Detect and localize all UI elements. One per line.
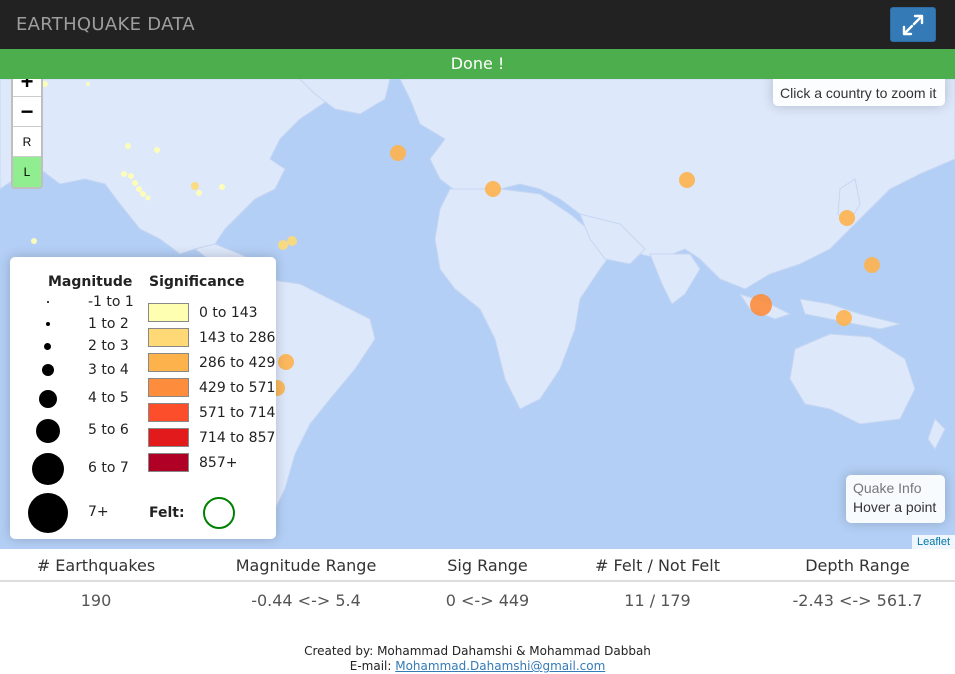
magnitude-dot [44,343,51,350]
footer-email-line: E-mail: Mohammad.Dahamshi@gmail.com [0,659,955,674]
magnitude-label: 3 to 4 [88,362,129,378]
map-legend: Magnitude Significance -1 to 1 1 to 2 2 … [10,257,276,539]
header-sig-range: Sig Range [447,556,528,575]
map-controls: + − R L [11,79,43,189]
significance-label: 429 to 571 [199,380,276,396]
leaflet-attribution-link[interactable]: Leaflet [911,535,955,549]
magnitude-dot [46,322,50,326]
footer-email-link[interactable]: Mohammad.Dahamshi@gmail.com [395,659,605,673]
significance-label: 286 to 429 [199,355,276,371]
significance-swatch [148,428,189,447]
layer-button[interactable]: L [13,157,41,187]
significance-swatch [148,453,189,472]
significance-label: 714 to 857 [199,430,276,446]
felt-label: Felt: [149,505,185,521]
navbar: EARTHQUAKE DATA [0,0,955,49]
quake-info-panel: Quake Info Hover a point [846,475,945,523]
magnitude-label: 1 to 2 [88,316,129,332]
significance-label: 571 to 714 [199,405,276,421]
significance-label: 143 to 286 [199,330,276,346]
value-depth-range: -2.43 <-> 561.7 [792,591,923,610]
significance-swatch [148,353,189,372]
significance-swatch [148,403,189,422]
significance-label: 0 to 143 [199,305,258,321]
earthquake-map[interactable]: + − R L Click a country to zoom it Magni… [0,79,955,549]
magnitude-dot [42,364,54,376]
country-info-panel: Click a country to zoom it [773,79,945,106]
stats-header-row: # Earthquakes Magnitude Range Sig Range … [0,549,955,582]
magnitude-title: Magnitude [48,274,133,290]
significance-label: 857+ [199,455,238,471]
footer-credits: Created by: Mohammad Dahamshi & Mohammad… [304,644,651,658]
fullscreen-button[interactable] [890,7,936,42]
footer-email-label: E-mail: [349,659,392,673]
magnitude-label: 4 to 5 [88,390,129,406]
significance-title: Significance [149,274,245,290]
footer: Created by: Mohammad Dahamshi & Mohammad… [0,644,955,674]
expand-icon [902,14,924,35]
value-earthquakes: 190 [80,591,112,610]
magnitude-label: -1 to 1 [88,294,134,310]
significance-swatch [148,378,189,397]
zoom-out-button[interactable]: − [13,97,41,127]
significance-swatch [148,303,189,322]
reset-button[interactable]: R [13,127,41,157]
magnitude-dot [39,390,57,408]
country-info-text: Click a country to zoom it [780,85,937,101]
magnitude-label: 6 to 7 [88,460,129,476]
magnitude-dot [28,493,68,533]
quake-info-text: Hover a point [853,499,937,515]
value-sig-range: 0 <-> 449 [445,591,530,610]
magnitude-label: 7+ [88,504,109,520]
zoom-in-button[interactable]: + [13,79,41,97]
header-magnitude-range: Magnitude Range [235,556,377,575]
quake-info-title: Quake Info [853,480,922,496]
magnitude-dot [36,419,60,443]
header-felt: # Felt / Not Felt [595,556,720,575]
value-magnitude-range: -0.44 <-> 5.4 [251,591,361,610]
magnitude-dot [32,453,64,485]
stats-value-row: 190 -0.44 <-> 5.4 0 <-> 449 11 / 179 -2.… [0,582,955,622]
significance-swatch [148,328,189,347]
stats-table: # Earthquakes Magnitude Range Sig Range … [0,549,955,622]
magnitude-dot [47,301,49,303]
header-earthquakes: # Earthquakes [36,556,156,575]
magnitude-label: 5 to 6 [88,422,129,438]
header-depth-range: Depth Range [805,556,910,575]
app-title[interactable]: EARTHQUAKE DATA [16,14,195,35]
felt-circle-icon [203,497,235,529]
status-bar: Done ! [0,49,955,79]
magnitude-label: 2 to 3 [88,338,129,354]
value-felt: 11 / 179 [624,591,691,610]
